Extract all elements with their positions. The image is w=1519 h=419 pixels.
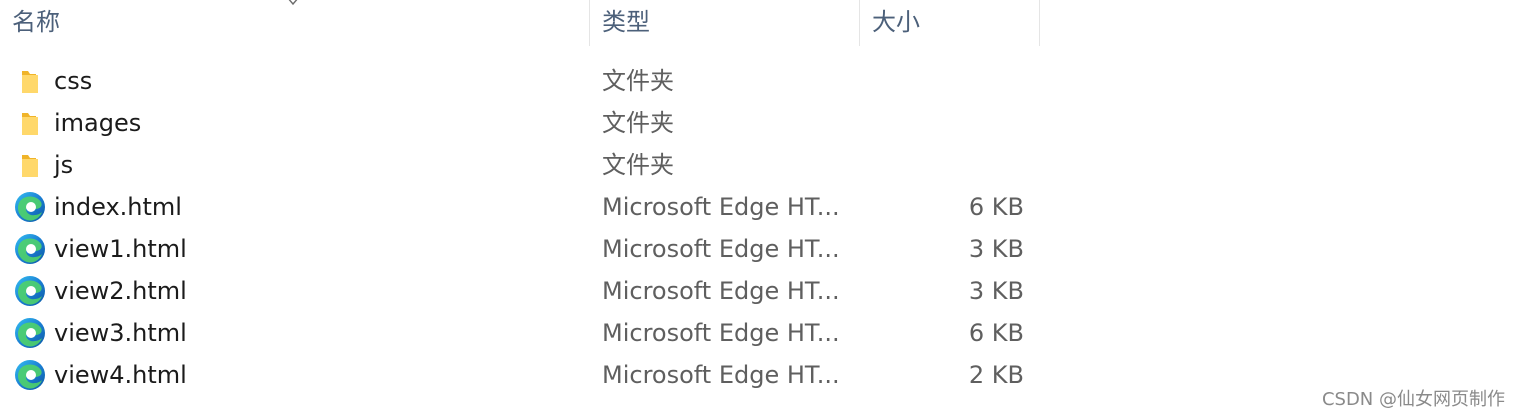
file-explorer-pane: 名称 类型 大小 css 文件夹 images 文件夹 js 文件夹 index… bbox=[0, 0, 1519, 419]
edge-html-icon bbox=[15, 192, 45, 222]
file-type: 文件夹 bbox=[602, 67, 674, 95]
file-name: images bbox=[54, 109, 142, 137]
file-type: 文件夹 bbox=[602, 109, 674, 137]
edge-html-icon bbox=[15, 276, 45, 306]
file-row[interactable]: css 文件夹 bbox=[0, 60, 1040, 102]
edge-html-icon bbox=[15, 360, 45, 390]
column-header-type-label: 类型 bbox=[602, 8, 650, 36]
column-header-size-label: 大小 bbox=[872, 8, 920, 36]
edge-html-icon bbox=[15, 318, 45, 348]
file-name: view1.html bbox=[54, 235, 187, 263]
file-row[interactable]: view4.html Microsoft Edge HT... 2 KB bbox=[0, 354, 1040, 396]
file-type: Microsoft Edge HT... bbox=[602, 361, 840, 389]
file-name: js bbox=[54, 151, 74, 179]
file-size: 3 KB bbox=[968, 277, 1024, 305]
file-row[interactable]: view1.html Microsoft Edge HT... 3 KB bbox=[0, 228, 1040, 270]
file-name: view2.html bbox=[54, 277, 187, 305]
file-type: Microsoft Edge HT... bbox=[602, 319, 840, 347]
file-size: 6 KB bbox=[968, 193, 1024, 221]
file-type: Microsoft Edge HT... bbox=[602, 235, 840, 263]
column-header-size[interactable]: 大小 bbox=[859, 0, 1040, 46]
folder-icon bbox=[22, 71, 38, 93]
file-row[interactable]: images 文件夹 bbox=[0, 102, 1040, 144]
file-name: index.html bbox=[54, 193, 182, 221]
file-row[interactable]: view3.html Microsoft Edge HT... 6 KB bbox=[0, 312, 1040, 354]
folder-icon bbox=[22, 113, 38, 135]
file-size: 2 KB bbox=[968, 361, 1024, 389]
column-header-name[interactable]: 名称 bbox=[0, 0, 589, 46]
sort-caret-icon bbox=[288, 0, 298, 6]
file-type: Microsoft Edge HT... bbox=[602, 193, 840, 221]
file-row[interactable]: view2.html Microsoft Edge HT... 3 KB bbox=[0, 270, 1040, 312]
file-name: view4.html bbox=[54, 361, 187, 389]
file-name: view3.html bbox=[54, 319, 187, 347]
file-list: css 文件夹 images 文件夹 js 文件夹 index.html Mic… bbox=[0, 60, 1040, 396]
file-row[interactable]: index.html Microsoft Edge HT... 6 KB bbox=[0, 186, 1040, 228]
column-header-type[interactable]: 类型 bbox=[589, 0, 859, 46]
edge-html-icon bbox=[15, 234, 45, 264]
file-name: css bbox=[54, 67, 93, 95]
column-header-bar: 名称 类型 大小 bbox=[0, 0, 1040, 46]
file-row[interactable]: js 文件夹 bbox=[0, 144, 1040, 186]
watermark: CSDN @仙女网页制作 bbox=[1321, 389, 1505, 410]
file-size: 6 KB bbox=[968, 319, 1024, 347]
file-size: 3 KB bbox=[968, 235, 1024, 263]
file-type: 文件夹 bbox=[602, 151, 674, 179]
file-type: Microsoft Edge HT... bbox=[602, 277, 840, 305]
column-header-name-label: 名称 bbox=[12, 8, 60, 36]
folder-icon bbox=[22, 155, 38, 177]
